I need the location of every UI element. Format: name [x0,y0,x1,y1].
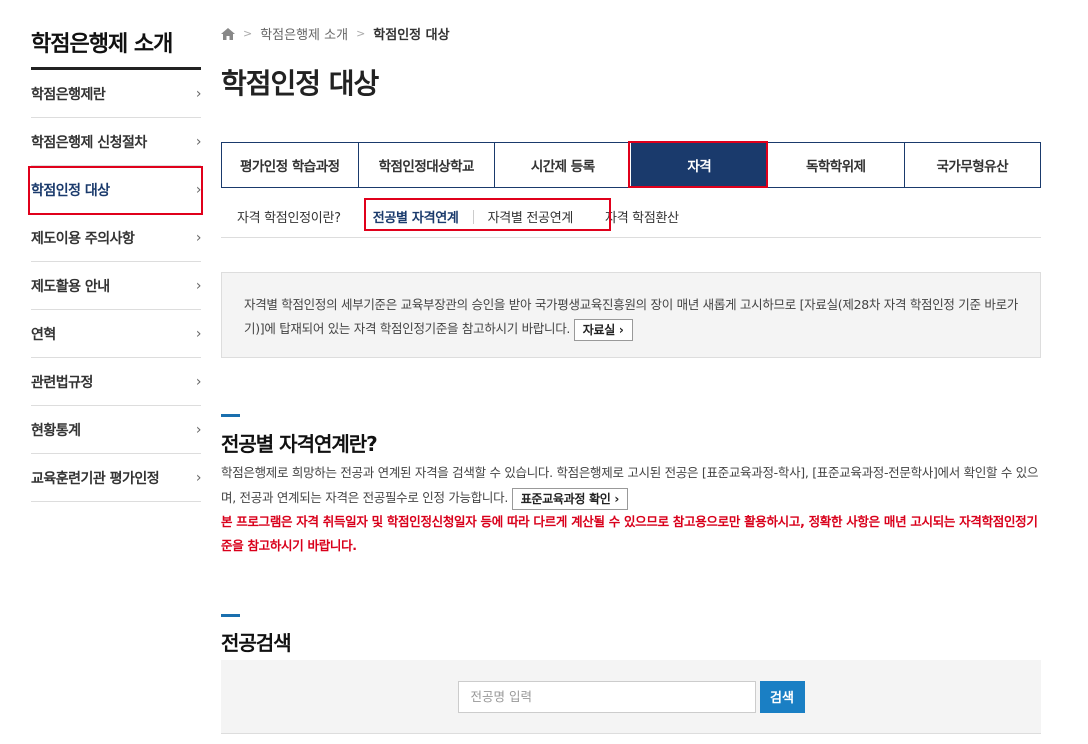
breadcrumb-parent[interactable]: 학점은행제 소개 [260,24,348,43]
sidebar-item-regulations[interactable]: 관련법규정 › [31,358,202,406]
data-room-button[interactable]: 자료실 › [573,318,633,341]
sidebar-item-label: 제도활용 안내 [31,278,110,295]
sidebar-item-procedure[interactable]: 학점은행제 신청절차 › [31,118,202,166]
section-accent-bar [221,614,240,617]
tab-intangible-heritage[interactable]: 국가무형유산 [905,143,1041,187]
sidebar-item-label: 제도이용 주의사항 [31,230,135,247]
sidebar-title: 학점은행제 소개 [31,0,201,70]
sub-tabs: 자격 학점인정이란? 전공별 자격연계 자격별 전공연계 자격 학점환산 [221,196,1041,238]
search-area: 검색 [221,660,1041,734]
section-title-major-search: 전공검색 [221,631,292,655]
standard-curriculum-button[interactable]: 표준교육과정 확인 › [511,487,629,510]
sidebar-item-credit-bank[interactable]: 학점은행제란 › [31,70,202,118]
section-description: 학점은행제로 희망하는 전공과 연계된 자격을 검색할 수 있습니다. 학점은행… [221,460,1041,510]
breadcrumb-current: 학점인정 대상 [373,28,450,43]
chevron-right-icon: › [195,469,202,486]
major-search-input[interactable] [457,680,756,713]
sidebar-item-label: 학점은행제 신청절차 [31,134,147,151]
tab-evaluated-courses[interactable]: 평가인정 학습과정 [222,143,359,187]
sidebar-item-statistics[interactable]: 현황통계 › [31,406,202,454]
chevron-right-icon: › [195,373,202,390]
breadcrumb-separator: > [243,27,253,40]
chevron-right-icon: › [195,85,202,102]
sidebar-item-usage-guide[interactable]: 제도활용 안내 › [31,262,202,310]
tab-schools[interactable]: 학점인정대상학교 [359,143,495,187]
chevron-right-icon: › [195,133,202,150]
sidebar: 학점은행제 소개 학점은행제란 › 학점은행제 신청절차 › 학점인정 대상 › 제도… [31,0,202,502]
subtab-credit-conversion[interactable]: 자격 학점환산 [605,207,679,226]
breadcrumb-separator: > [356,27,366,40]
sidebar-item-label: 연혁 [31,326,56,343]
notice-box: 자격별 학점인정의 세부기준은 교육부장관의 승인을 받아 국가평생교육진흥원의… [221,272,1041,358]
sidebar-item-label: 학점은행제란 [31,86,106,103]
chevron-right-icon: › [195,277,202,294]
breadcrumb: > 학점은행제 소개 > 학점인정 대상 [221,24,450,43]
highlight-box-tab [628,141,768,188]
page-title: 학점인정 대상 [221,67,379,100]
subtab-qualification-intro[interactable]: 자격 학점인정이란? [237,207,341,226]
sidebar-item-label: 교육훈련기관 평가인정 [31,470,160,487]
home-icon[interactable] [221,27,235,40]
warning-text: 본 프로그램은 자격 취득일자 및 학점인정신청일자 등에 따라 다르게 계산될… [221,514,1038,553]
sidebar-item-history[interactable]: 연혁 › [31,310,202,358]
section-title-major-link: 전공별 자격연계란? [221,432,378,456]
sidebar-item-label: 관련법규정 [31,374,93,391]
highlight-box-sidebar [28,166,203,215]
highlight-box-subtabs [364,198,611,231]
chevron-right-icon: › [195,421,202,438]
chevron-right-icon: › [195,325,202,342]
tab-self-study[interactable]: 독학학위제 [768,143,905,187]
chevron-right-icon: › [195,229,202,246]
search-button[interactable]: 검색 [759,680,805,713]
sidebar-item-precautions[interactable]: 제도이용 주의사항 › [31,214,202,262]
tab-part-time[interactable]: 시간제 등록 [495,143,632,187]
section-accent-bar [221,414,240,417]
sidebar-item-institution-eval[interactable]: 교육훈련기관 평가인정 › [31,454,202,502]
sidebar-item-label: 현황통계 [31,422,81,439]
section-description-text: 학점은행제로 희망하는 전공과 연계된 자격을 검색할 수 있습니다. 학점은행… [221,465,1039,505]
